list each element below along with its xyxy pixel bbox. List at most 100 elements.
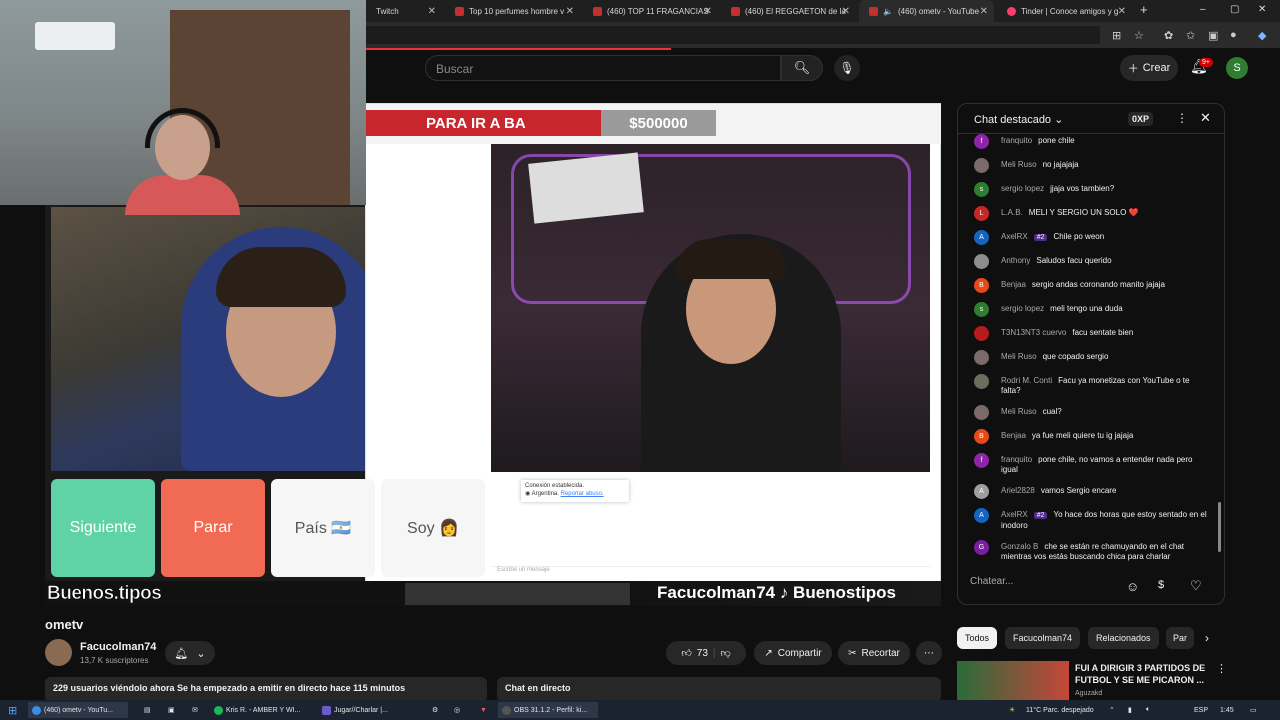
account-avatar[interactable]: S	[1226, 57, 1248, 79]
tab-twitch[interactable]: Twitch ✕	[366, 0, 442, 22]
chat-avatar[interactable]: s	[974, 302, 989, 317]
channel-name[interactable]: Facucolman74	[80, 641, 156, 653]
chat-author[interactable]: franquito	[1001, 455, 1032, 464]
message-input[interactable]: Escribe un mensaje	[491, 566, 930, 580]
chat-mode-dropdown[interactable]: Chat destacado ⌄	[974, 113, 1063, 126]
chevron-right-icon[interactable]: ›	[1205, 631, 1209, 645]
chat-avatar[interactable]: L	[974, 206, 989, 221]
chat-avatar[interactable]	[974, 326, 989, 341]
tab-perfumes[interactable]: Top 10 perfumes hombre v ✕	[445, 0, 580, 22]
steam-icon[interactable]: ◎	[450, 702, 464, 718]
chat-avatar[interactable]	[974, 158, 989, 173]
like-count[interactable]: 73	[697, 648, 708, 659]
close-icon[interactable]: ✕	[842, 6, 850, 17]
copilot-icon[interactable]: ◆	[1258, 29, 1266, 42]
store-icon[interactable]: ▣	[164, 702, 179, 718]
create-button[interactable]: ＋ Crear	[1120, 55, 1178, 81]
close-window-button[interactable]: ✕	[1258, 4, 1266, 15]
network-icon[interactable]: ▮	[1124, 702, 1136, 718]
close-icon[interactable]: ✕	[566, 6, 574, 17]
more-vert-icon[interactable]: ⋮	[1216, 662, 1227, 675]
clock[interactable]: 1:45	[1216, 702, 1238, 718]
chat-author[interactable]: Benjaa	[1001, 431, 1026, 440]
chat-author[interactable]: sergio lopez	[1001, 304, 1044, 313]
chat-author[interactable]: AxelRX	[1001, 232, 1028, 241]
extension-icon[interactable]: ✿	[1164, 29, 1173, 42]
chat-author[interactable]: L.A.B.	[1001, 208, 1023, 217]
chat-author[interactable]: Meli Ruso	[1001, 160, 1037, 169]
like-icon[interactable]: 👍︎	[681, 647, 691, 659]
star-icon[interactable]: ☆	[1134, 29, 1144, 42]
chat-avatar[interactable]: f	[974, 134, 989, 149]
super-chat-icon[interactable]: $	[1158, 579, 1164, 591]
chat-avatar[interactable]	[974, 374, 989, 389]
settings-icon[interactable]: ⚙	[428, 702, 442, 718]
maximize-button[interactable]: ▢	[1230, 4, 1239, 15]
more-actions-button[interactable]: ⋯	[916, 641, 942, 665]
chat-avatar[interactable]: B	[974, 278, 989, 293]
chat-avatar[interactable]: A	[974, 230, 989, 245]
favorites-icon[interactable]: ✩	[1186, 29, 1195, 42]
share-button[interactable]: ↗ Compartir	[754, 641, 832, 665]
search-input[interactable]: Buscar	[425, 55, 781, 81]
windows-start-icon[interactable]: ⊞	[4, 702, 21, 718]
close-icon[interactable]: ✕	[1200, 110, 1211, 126]
stop-button[interactable]: Parar	[161, 479, 265, 577]
next-button[interactable]: Siguiente	[51, 479, 155, 577]
related-channel[interactable]: Aguzakd	[1075, 690, 1102, 697]
chat-avatar[interactable]: A	[974, 508, 989, 523]
chat-avatar[interactable]	[974, 254, 989, 269]
brave-icon[interactable]: ▼	[476, 702, 491, 718]
emoji-icon[interactable]: ☺	[1126, 579, 1139, 594]
chat-scrollbar[interactable]	[1218, 502, 1221, 552]
collections-icon[interactable]: ▣	[1208, 29, 1218, 42]
chat-author[interactable]: Meli Ruso	[1001, 352, 1037, 361]
chat-author[interactable]: sergio lopez	[1001, 184, 1044, 193]
clip-button[interactable]: ✂ Recortar	[838, 641, 910, 665]
country-button[interactable]: País 🇦🇷	[271, 479, 375, 577]
profile-icon[interactable]: ●	[1230, 29, 1237, 41]
mic-button[interactable]: 🎙︎	[834, 55, 860, 81]
chat-author[interactable]: Anthony	[1001, 256, 1030, 265]
speaker-icon[interactable]: 🔈	[883, 7, 893, 16]
new-tab-button[interactable]: +	[1140, 2, 1148, 17]
tab-tinder[interactable]: Tinder | Conoce amigos y g ✕	[997, 0, 1132, 22]
chat-avatar[interactable]: f	[974, 453, 989, 468]
dislike-icon[interactable]: 👎︎	[721, 647, 731, 659]
taskbar-item-spotify[interactable]: Kris R. - AMBER Y WI...	[210, 702, 310, 718]
language-indicator[interactable]: ESP	[1190, 702, 1212, 718]
chat-author[interactable]: T3N13NT3 cuervo	[1001, 328, 1066, 337]
related-thumbnail[interactable]	[957, 661, 1069, 701]
weather-text[interactable]: 11°C Parc. despejado	[1022, 702, 1098, 718]
heart-icon[interactable]: ♡	[1190, 578, 1202, 594]
close-icon[interactable]: ✕	[1118, 6, 1126, 17]
chip-more[interactable]: Par	[1166, 627, 1194, 649]
close-icon[interactable]: ✕	[980, 6, 988, 17]
search-button[interactable]: 🔍︎	[781, 55, 823, 81]
chat-author[interactable]: Benjaa	[1001, 280, 1026, 289]
chat-avatar[interactable]: G	[974, 540, 989, 555]
chat-author[interactable]: AxelRX	[1001, 510, 1028, 519]
more-vert-icon[interactable]: ⋮	[1176, 111, 1188, 125]
grid-icon[interactable]: ⊞	[1112, 29, 1121, 42]
chip-related[interactable]: Relacionados	[1088, 627, 1159, 649]
tab-ometv[interactable]: 🔈 (460) ometv - YouTube ✕	[859, 0, 994, 22]
chat-avatar[interactable]: s	[974, 182, 989, 197]
tray-chevron-icon[interactable]: ⌃	[1105, 702, 1119, 718]
tab-reggaeton[interactable]: (460) El REGGAETON de la ✕	[721, 0, 856, 22]
taskbar-item-youtube[interactable]: (460) ometv - YouTu...	[28, 702, 128, 718]
chip-channel[interactable]: Facucolman74	[1005, 627, 1081, 649]
volume-icon[interactable]: 🔈︎	[1142, 702, 1154, 718]
url-field[interactable]	[366, 26, 1100, 44]
close-icon[interactable]: ✕	[704, 6, 712, 17]
chat-author[interactable]: Meli Ruso	[1001, 407, 1037, 416]
channel-avatar[interactable]	[45, 639, 72, 666]
chat-avatar[interactable]	[974, 405, 989, 420]
notification-center-icon[interactable]: ▭	[1246, 702, 1261, 718]
chat-author[interactable]: Rodri M. Conti	[1001, 376, 1052, 385]
taskbar-item-obs[interactable]: OBS 31.1.2 - Perfil: ki...	[498, 702, 598, 718]
report-link[interactable]: Reportar abuso.	[561, 491, 604, 497]
chat-avatar[interactable]: B	[974, 429, 989, 444]
close-icon[interactable]: ✕	[428, 6, 436, 17]
chat-author[interactable]: Gonzalo B	[1001, 542, 1038, 551]
